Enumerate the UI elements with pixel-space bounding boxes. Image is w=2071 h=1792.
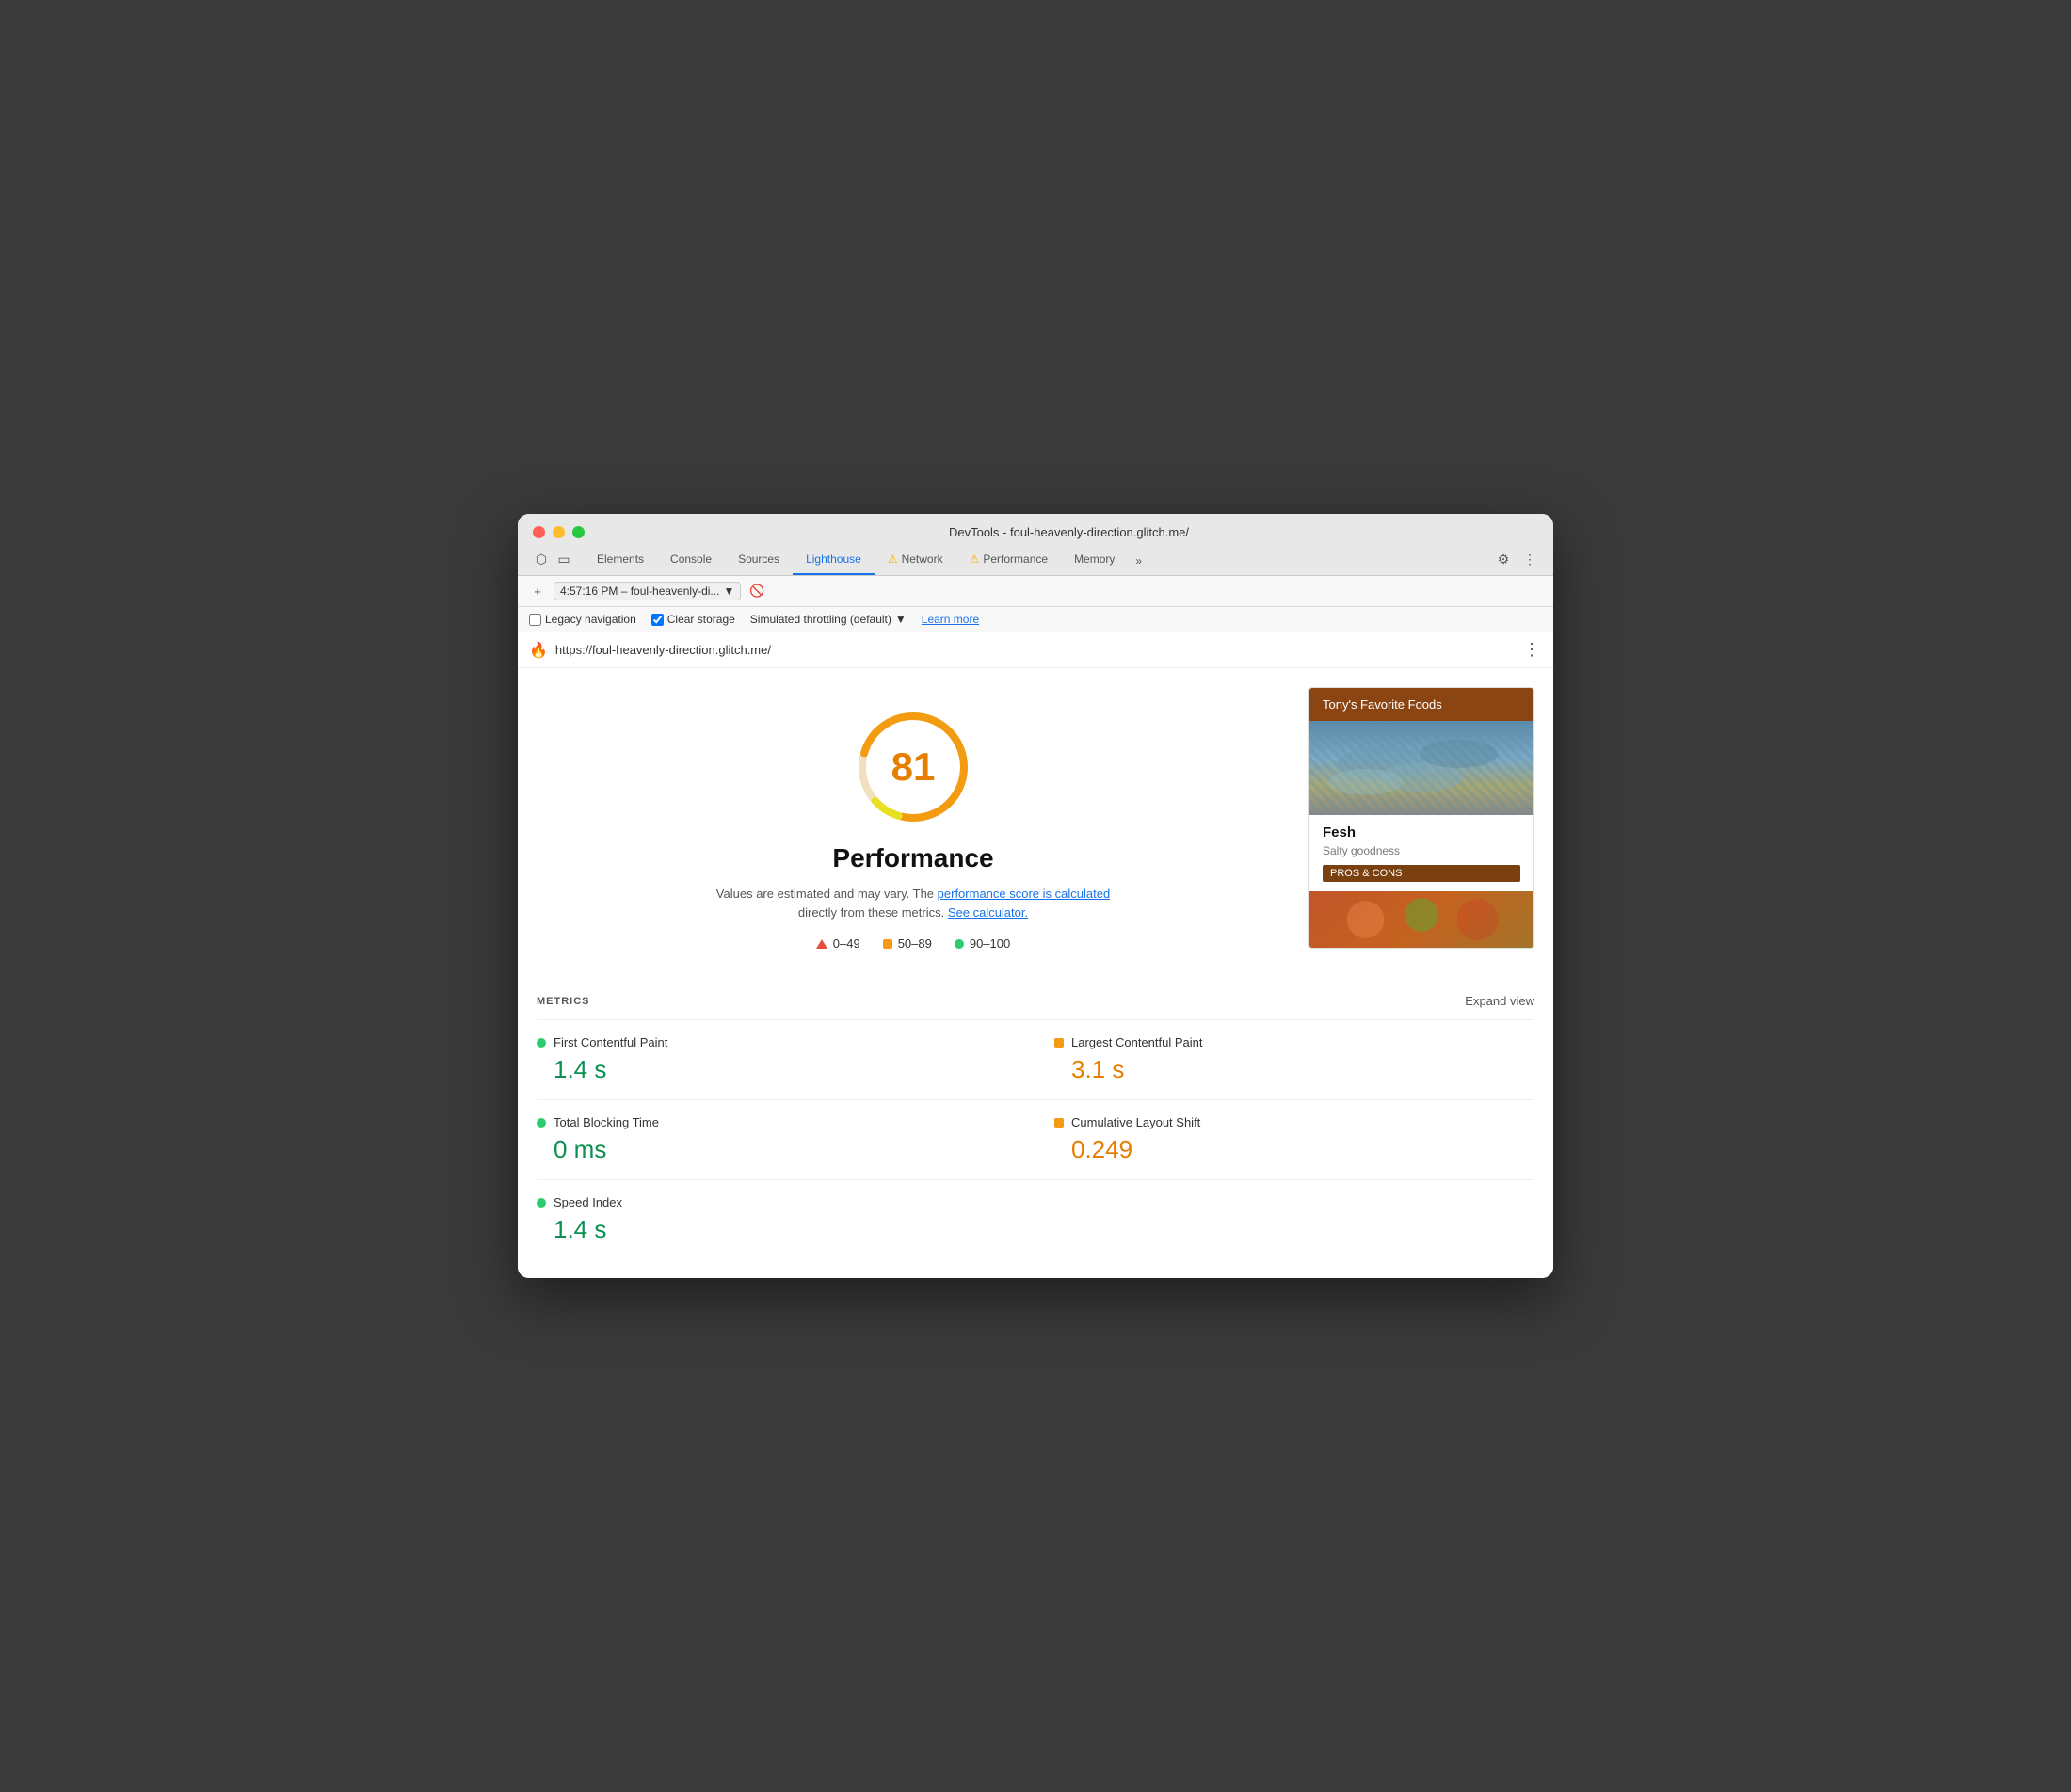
- maximize-button[interactable]: [572, 526, 585, 538]
- legend-50-89: 50–89: [883, 936, 932, 951]
- si-label: Speed Index: [554, 1195, 622, 1209]
- pointer-icon[interactable]: ⬡: [533, 551, 550, 568]
- legend-90-100: 90–100: [955, 936, 1010, 951]
- tbt-label: Total Blocking Time: [554, 1115, 659, 1129]
- metrics-grid: First Contentful Paint 1.4 s Largest Con…: [537, 1020, 1534, 1259]
- metric-si-label-row: Speed Index: [537, 1195, 1016, 1209]
- tbt-indicator: [537, 1118, 546, 1128]
- metric-tbt: Total Blocking Time 0 ms: [537, 1100, 1036, 1180]
- fcp-label: First Contentful Paint: [554, 1035, 667, 1049]
- settings-icon[interactable]: ⚙: [1495, 551, 1512, 568]
- tab-console[interactable]: Console: [657, 547, 725, 575]
- close-button[interactable]: [533, 526, 545, 538]
- si-value: 1.4 s: [537, 1215, 1016, 1244]
- url-bar: 🔥 https://foul-heavenly-direction.glitch…: [518, 632, 1553, 668]
- tab-memory[interactable]: Memory: [1061, 547, 1128, 575]
- score-legend: 0–49 50–89 90–100: [816, 936, 1010, 951]
- clear-storage-option[interactable]: Clear storage: [651, 613, 735, 626]
- url-menu-icon[interactable]: ⋮: [1523, 640, 1542, 660]
- preview-fish-image: [1309, 721, 1533, 815]
- time-value: 4:57:16 PM – foul-heavenly-di...: [560, 584, 719, 598]
- score-title: Performance: [832, 843, 993, 873]
- score-number: 81: [891, 744, 936, 790]
- titlebar: DevTools - foul-heavenly-direction.glitc…: [518, 514, 1553, 576]
- reload-icon[interactable]: 🚫: [748, 583, 765, 600]
- metric-fcp-label-row: First Contentful Paint: [537, 1035, 1016, 1049]
- network-warning-icon: ⚠: [888, 552, 898, 566]
- fcp-indicator: [537, 1038, 546, 1048]
- time-select[interactable]: 4:57:16 PM – foul-heavenly-di... ▼: [554, 582, 741, 600]
- learn-more-link[interactable]: Learn more: [922, 613, 979, 626]
- preview-card: Tony's Favorite Foods Fesh Salty goodnes…: [1308, 687, 1534, 949]
- dropdown-arrow: ▼: [723, 584, 734, 598]
- titlebar-top: DevTools - foul-heavenly-direction.glitc…: [533, 525, 1538, 539]
- tab-performance[interactable]: ⚠ Performance: [956, 547, 1061, 575]
- food2-svg: [1309, 891, 1533, 948]
- metrics-section: METRICS Expand view First Contentful Pai…: [518, 979, 1553, 1278]
- tab-sources[interactable]: Sources: [725, 547, 793, 575]
- expand-view-button[interactable]: Expand view: [1465, 994, 1534, 1008]
- devtools-window: DevTools - foul-heavenly-direction.glitc…: [518, 514, 1553, 1278]
- performance-warning-icon: ⚠: [970, 552, 980, 566]
- lcp-value: 3.1 s: [1054, 1055, 1534, 1084]
- legacy-nav-checkbox[interactable]: [529, 614, 541, 626]
- tbt-value: 0 ms: [537, 1135, 1016, 1164]
- device-icon[interactable]: ▭: [555, 551, 572, 568]
- cls-indicator: [1054, 1118, 1064, 1128]
- preview-body: Fesh Salty goodness PROS & CONS: [1309, 815, 1533, 891]
- minimize-button[interactable]: [553, 526, 565, 538]
- preview-food-subtitle: Salty goodness: [1323, 844, 1520, 857]
- cls-value: 0.249: [1054, 1135, 1534, 1164]
- fish-svg: [1309, 721, 1533, 815]
- url-text: https://foul-heavenly-direction.glitch.m…: [555, 643, 1516, 657]
- tab-right-icons: ⚙ ⋮: [1495, 551, 1538, 575]
- legacy-nav-option[interactable]: Legacy navigation: [529, 613, 636, 626]
- throttle-dropdown[interactable]: Simulated throttling (default) ▼: [750, 613, 907, 626]
- metric-tbt-label-row: Total Blocking Time: [537, 1115, 1016, 1129]
- main-content: 81 Performance Values are estimated and …: [518, 668, 1553, 979]
- more-options-icon[interactable]: ⋮: [1521, 551, 1538, 568]
- preview-second-image: [1309, 891, 1533, 948]
- metrics-header: METRICS Expand view: [537, 979, 1534, 1020]
- pros-cons-button[interactable]: PROS & CONS: [1323, 865, 1520, 882]
- lcp-label: Largest Contentful Paint: [1071, 1035, 1202, 1049]
- score-description: Values are estimated and may vary. The p…: [715, 885, 1111, 921]
- metric-cls-label-row: Cumulative Layout Shift: [1054, 1115, 1534, 1129]
- metric-si: Speed Index 1.4 s: [537, 1180, 1036, 1259]
- tab-overflow[interactable]: »: [1128, 549, 1149, 575]
- legend-fail-icon: [816, 939, 827, 949]
- metric-lcp: Largest Contentful Paint 3.1 s: [1036, 1020, 1534, 1100]
- clear-storage-checkbox[interactable]: [651, 614, 664, 626]
- si-indicator: [537, 1198, 546, 1208]
- lcp-indicator: [1054, 1038, 1064, 1048]
- add-button[interactable]: +: [529, 583, 546, 600]
- calculator-link[interactable]: See calculator.: [948, 905, 1028, 920]
- toolbar: + 4:57:16 PM – foul-heavenly-di... ▼ 🚫: [518, 576, 1553, 607]
- tab-network[interactable]: ⚠ Network: [875, 547, 956, 575]
- legend-0-49: 0–49: [816, 936, 860, 951]
- right-panel: Tony's Favorite Foods Fesh Salty goodnes…: [1308, 687, 1534, 960]
- legend-average-icon: [883, 939, 892, 949]
- metric-cls: Cumulative Layout Shift 0.249: [1036, 1100, 1534, 1180]
- fcp-value: 1.4 s: [537, 1055, 1016, 1084]
- metric-lcp-label-row: Largest Contentful Paint: [1054, 1035, 1534, 1049]
- metrics-title: METRICS: [537, 996, 590, 1007]
- window-title: DevTools - foul-heavenly-direction.glitc…: [600, 525, 1538, 539]
- cls-label: Cumulative Layout Shift: [1071, 1115, 1200, 1129]
- throttle-arrow: ▼: [895, 613, 907, 626]
- score-section: 81 Performance Values are estimated and …: [537, 687, 1290, 960]
- left-panel: 81 Performance Values are estimated and …: [537, 687, 1290, 960]
- metric-fcp: First Contentful Paint 1.4 s: [537, 1020, 1036, 1100]
- devtools-icon-group: ⬡ ▭: [533, 551, 572, 575]
- preview-header: Tony's Favorite Foods: [1309, 688, 1533, 721]
- legend-pass-icon: [955, 939, 964, 949]
- score-circle: 81: [852, 706, 974, 828]
- options-row: Legacy navigation Clear storage Simulate…: [518, 607, 1553, 632]
- traffic-lights: [533, 526, 585, 538]
- preview-food-title: Fesh: [1323, 824, 1520, 840]
- perf-score-link[interactable]: performance score is calculated: [938, 887, 1111, 901]
- lighthouse-icon: 🔥: [529, 641, 548, 660]
- tab-lighthouse[interactable]: Lighthouse: [793, 547, 875, 575]
- tab-elements[interactable]: Elements: [584, 547, 657, 575]
